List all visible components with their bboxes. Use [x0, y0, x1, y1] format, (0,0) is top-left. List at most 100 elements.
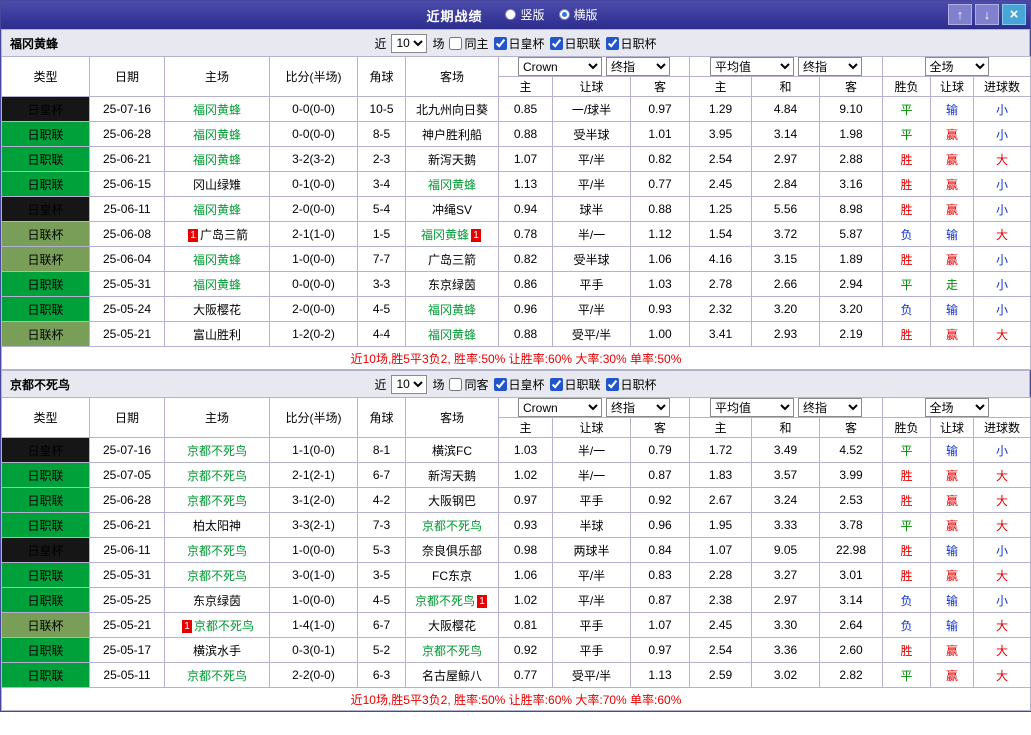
ah-away-odds: 1.13	[629, 662, 691, 688]
ah-stage-select[interactable]: 终指	[606, 57, 670, 76]
column-header-1: 日期	[89, 56, 165, 97]
eu-away-odds: 4.52	[819, 437, 884, 463]
home-team[interactable]: 福冈黄蜂	[164, 196, 270, 222]
away-team[interactable]: 大阪樱花	[405, 612, 499, 638]
away-team[interactable]: 奈良俱乐部	[405, 537, 499, 563]
away-team[interactable]: 福冈黄蜂	[405, 321, 499, 347]
home-team[interactable]: 柏太阳神	[164, 512, 270, 538]
home-team[interactable]: 东京绿茵	[164, 587, 270, 613]
away-team[interactable]: 京都不死鸟	[405, 512, 499, 538]
home-team[interactable]: 富山胜利	[164, 321, 270, 347]
home-team[interactable]: 京都不死鸟	[164, 487, 270, 513]
home-team-name: 富山胜利	[192, 327, 241, 342]
away-team-name: 福冈黄蜂	[427, 302, 476, 317]
average-select[interactable]: 平均值	[710, 57, 795, 76]
away-team[interactable]: FC东京	[405, 562, 499, 588]
cup-checkbox-1[interactable]	[549, 36, 563, 50]
match-count-select[interactable]: 10	[391, 33, 428, 53]
away-team[interactable]: 福冈黄蜂 1	[405, 221, 499, 247]
home-team[interactable]: 京都不死鸟	[164, 562, 270, 588]
cup-filter-2[interactable]: 日职杯	[605, 376, 657, 393]
scope-select[interactable]: 全场	[924, 57, 989, 76]
away-team[interactable]: 北九州向日葵	[405, 96, 499, 122]
eu-away-odds: 2.82	[819, 662, 884, 688]
home-team[interactable]: 京都不死鸟	[164, 537, 270, 563]
home-team[interactable]: 福冈黄蜂	[164, 271, 270, 297]
home-team[interactable]: 京都不死鸟	[164, 437, 270, 463]
ah-line: 半/一	[552, 437, 631, 463]
cup-filter-0[interactable]: 日皇杯	[493, 376, 545, 393]
home-team[interactable]: 福冈黄蜂	[164, 246, 270, 272]
scroll-up-button[interactable]: ↑	[948, 4, 972, 25]
table-row: 日联杯 25-06-08 1 广岛三箭 2-1(1-0) 1-5 福冈黄蜂 1 0.78 半/一 1…	[1, 221, 1031, 247]
match-result: 平	[882, 271, 932, 297]
match-count-select[interactable]: 10	[391, 374, 428, 394]
games-label: 场	[432, 377, 445, 392]
away-team[interactable]: 福冈黄蜂	[405, 171, 499, 197]
away-team[interactable]: 名古屋鲸八	[405, 662, 499, 688]
average-select[interactable]: 平均值	[710, 398, 795, 417]
home-team[interactable]: 福冈黄蜂	[164, 96, 270, 122]
away-team[interactable]: 福冈黄蜂	[405, 296, 499, 322]
home-team[interactable]: 冈山绿雉	[164, 171, 270, 197]
home-team[interactable]: 京都不死鸟	[164, 662, 270, 688]
bookmaker-select[interactable]: Crown	[518, 57, 602, 76]
eu-home-odds: 1.25	[689, 196, 753, 222]
cup-filter-1[interactable]: 日职联	[549, 35, 601, 52]
cup-filter-0[interactable]: 日皇杯	[493, 35, 545, 52]
close-button[interactable]: ×	[1002, 4, 1026, 25]
eu-stage-select[interactable]: 终指	[798, 398, 863, 417]
scope-select[interactable]: 全场	[924, 398, 989, 417]
home-team[interactable]: 福冈黄蜂	[164, 121, 270, 147]
cup-checkbox-2[interactable]	[605, 36, 619, 50]
home-team[interactable]: 1 广岛三箭	[164, 221, 270, 247]
ah-stage-select[interactable]: 终指	[606, 398, 670, 417]
bookmaker-select[interactable]: Crown	[518, 398, 602, 417]
same-venue-filter[interactable]: 同客	[449, 376, 489, 393]
cup-checkbox-0[interactable]	[493, 377, 507, 391]
cup-checkbox-1[interactable]	[549, 377, 563, 391]
layout-option-1[interactable]: 横版	[558, 6, 598, 23]
column-header-5: 客场	[405, 397, 499, 438]
cup-filter-2[interactable]: 日职杯	[605, 35, 657, 52]
cup-filter-1[interactable]: 日职联	[549, 376, 601, 393]
away-team[interactable]: 神户胜利船	[405, 121, 499, 147]
same-venue-checkbox[interactable]	[449, 377, 463, 391]
eu-away-odds: 3.20	[819, 296, 884, 322]
match-date: 25-05-25	[89, 587, 165, 613]
home-team[interactable]: 1 京都不死鸟	[164, 612, 270, 638]
away-team[interactable]: 京都不死鸟 1	[405, 587, 499, 613]
same-venue-checkbox[interactable]	[449, 36, 463, 50]
header-row-top: 类型 日期 主场 比分(半场) 角球 客场 Crown 终指 平均值 终指 全场	[1, 56, 1031, 97]
away-team[interactable]: 新泻天鹅	[405, 462, 499, 488]
ah-line: 平手	[552, 271, 631, 297]
cup-checkbox-2[interactable]	[605, 377, 619, 391]
away-team[interactable]: 横滨FC	[405, 437, 499, 463]
away-team[interactable]: 广岛三箭	[405, 246, 499, 272]
home-team-name: 京都不死鸟	[186, 468, 247, 483]
goals-result: 大	[973, 221, 1031, 247]
layout-option-0[interactable]: 竖版	[505, 6, 545, 23]
corners: 5-4	[357, 196, 406, 222]
home-team[interactable]: 福冈黄蜂	[164, 146, 270, 172]
home-team[interactable]: 京都不死鸟	[164, 462, 270, 488]
cup-checkbox-0[interactable]	[493, 36, 507, 50]
same-venue-filter[interactable]: 同主	[449, 35, 489, 52]
corners: 8-1	[357, 437, 406, 463]
goals-result: 大	[973, 146, 1031, 172]
away-team[interactable]: 东京绿茵	[405, 271, 499, 297]
match-result: 负	[882, 612, 932, 638]
away-team[interactable]: 新泻天鹅	[405, 146, 499, 172]
home-team[interactable]: 横滨水手	[164, 637, 270, 663]
home-team[interactable]: 大阪樱花	[164, 296, 270, 322]
away-team[interactable]: 京都不死鸟	[405, 637, 499, 663]
eu-draw-odds: 3.27	[751, 562, 821, 588]
eu-home-odds: 2.59	[689, 662, 753, 688]
column-header-3: 比分(半场)	[269, 397, 358, 438]
scroll-down-button[interactable]: ↓	[975, 4, 999, 25]
eu-stage-select[interactable]: 终指	[798, 57, 863, 76]
away-team[interactable]: 大阪钢巴	[405, 487, 499, 513]
radio-unselected-icon	[505, 8, 517, 20]
away-team[interactable]: 冲绳SV	[405, 196, 499, 222]
eu-draw-odds: 3.20	[751, 296, 821, 322]
